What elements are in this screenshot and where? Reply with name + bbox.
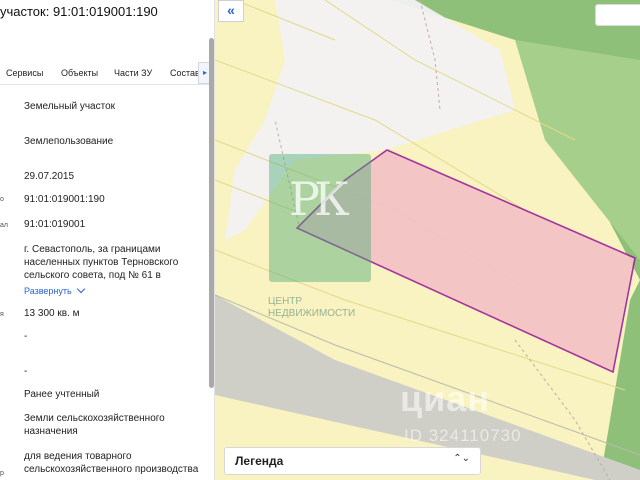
field-permitted-use: для ведения товарного сельскохозяйственн… — [24, 450, 198, 476]
field-type: Земельный участок — [24, 101, 116, 112]
arrow-right-icon: ▸ — [202, 68, 207, 77]
field-cad-number: 91:01:019001:190 — [24, 194, 105, 205]
tab-services[interactable]: Сервисы — [6, 68, 43, 78]
field-kind: Землепользование — [24, 136, 114, 147]
legend-label: Легенда — [235, 454, 284, 468]
field-empty-1: - — [24, 331, 28, 342]
double-chevron-left-icon: « — [227, 2, 235, 18]
field-cad-number-label-fragment: о — [0, 196, 4, 203]
field-area-label-fragment: я — [0, 311, 4, 318]
address-line: сельского совета, под № 61 в — [24, 270, 161, 281]
watermark-caption: ЦЕНТР НЕДВИЖИМОСТИ — [268, 296, 355, 320]
field-area: 13 300 кв. м — [24, 308, 80, 319]
field-use-label-fragment: р — [0, 470, 4, 477]
tab-objects[interactable]: Объекты — [61, 68, 98, 78]
field-empty-2: - — [24, 366, 28, 377]
address-line: населенных пунктов Терновского — [24, 257, 179, 268]
expand-label: Развернуть — [24, 286, 72, 296]
tab-bar: Сервисы Объекты Части ЗУ Состав ▸ — [0, 62, 212, 85]
map-search-box[interactable] — [595, 4, 640, 26]
use-line: для ведения товарного — [24, 451, 132, 462]
watermark-letters: РК — [289, 172, 350, 226]
tab-composition[interactable]: Состав — [170, 68, 200, 78]
category-line: Земли сельскохозяйственного — [24, 413, 165, 424]
field-quarter-label-fragment: ал — [0, 222, 8, 229]
category-line: назначения — [24, 426, 78, 437]
info-panel: участок: 91:01:019001:190 Сервисы Объект… — [0, 0, 215, 480]
panel-title: участок: 91:01:019001:190 — [0, 4, 158, 19]
use-line: сельскохозяйственного производства — [24, 464, 199, 475]
field-quarter: 91:01:019001 — [24, 219, 86, 230]
watermark-line2: НЕДВИЖИМОСТИ — [268, 308, 356, 319]
chevron-down-icon — [76, 284, 86, 294]
field-category: Земли сельскохозяйственного назначения — [24, 412, 165, 438]
cian-watermark-id: ID 324110730 — [404, 426, 522, 445]
field-address: г. Севастополь, за границами населенных … — [24, 243, 178, 282]
address-line: г. Севастополь, за границами — [24, 244, 161, 255]
updown-chevron-icon: ⌃⌄ — [453, 453, 470, 464]
legend-dropdown[interactable]: Легенда ⌃⌄ — [224, 447, 481, 475]
panel-scrollbar[interactable] — [209, 38, 214, 388]
collapse-panel-button[interactable]: « — [218, 0, 244, 22]
field-status: Ранее учтенный — [24, 389, 100, 400]
expand-address-link[interactable]: Развернуть — [24, 284, 86, 296]
watermark-line1: ЦЕНТР — [268, 296, 303, 307]
cian-watermark: циан — [400, 378, 491, 419]
field-date: 29.07.2015 — [24, 171, 75, 182]
tab-parts[interactable]: Части ЗУ — [114, 68, 152, 78]
